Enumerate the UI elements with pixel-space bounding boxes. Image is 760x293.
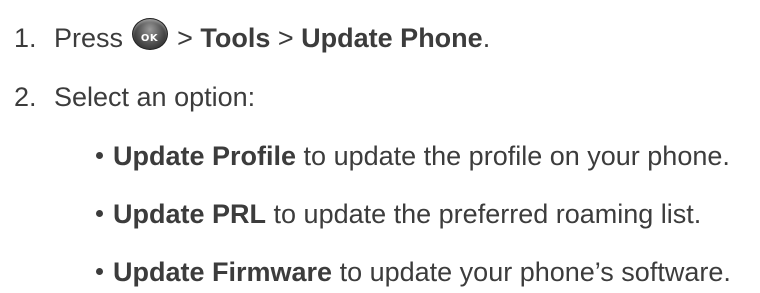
menu-tools: Tools bbox=[200, 23, 271, 53]
option-update-firmware: Update Firmware to update your phone’s s… bbox=[96, 256, 731, 288]
option-name: Update PRL bbox=[113, 199, 267, 229]
step-number: 2. bbox=[14, 82, 37, 112]
ok-key-label: OK bbox=[140, 32, 159, 44]
option-description: to update the preferred roaming list. bbox=[273, 199, 702, 229]
bullet-dot-icon bbox=[96, 268, 103, 276]
option-description: to update your phone’s software. bbox=[339, 257, 731, 287]
option-update-profile: Update Profile to update the profile on … bbox=[96, 140, 730, 172]
option-update-prl: Update PRL to update the preferred roami… bbox=[96, 198, 701, 230]
option-description: to update the profile on your phone. bbox=[303, 141, 730, 171]
step-1: 1. Press OK > Tools > Update Phone. bbox=[14, 17, 491, 56]
period: . bbox=[482, 23, 491, 53]
ok-key-icon: OK bbox=[131, 17, 168, 50]
step-text: Select an option: bbox=[54, 82, 256, 112]
step-2: 2. Select an option: bbox=[14, 81, 255, 113]
bullet-dot-icon bbox=[96, 210, 103, 218]
separator: > bbox=[177, 23, 193, 53]
separator: > bbox=[277, 23, 294, 53]
bullet-dot-icon bbox=[96, 152, 103, 160]
step-number: 1. bbox=[14, 23, 37, 53]
menu-update-phone: Update Phone bbox=[301, 23, 483, 53]
option-name: Update Profile bbox=[113, 141, 297, 171]
press-text: Press bbox=[54, 23, 124, 53]
option-name: Update Firmware bbox=[113, 257, 333, 287]
